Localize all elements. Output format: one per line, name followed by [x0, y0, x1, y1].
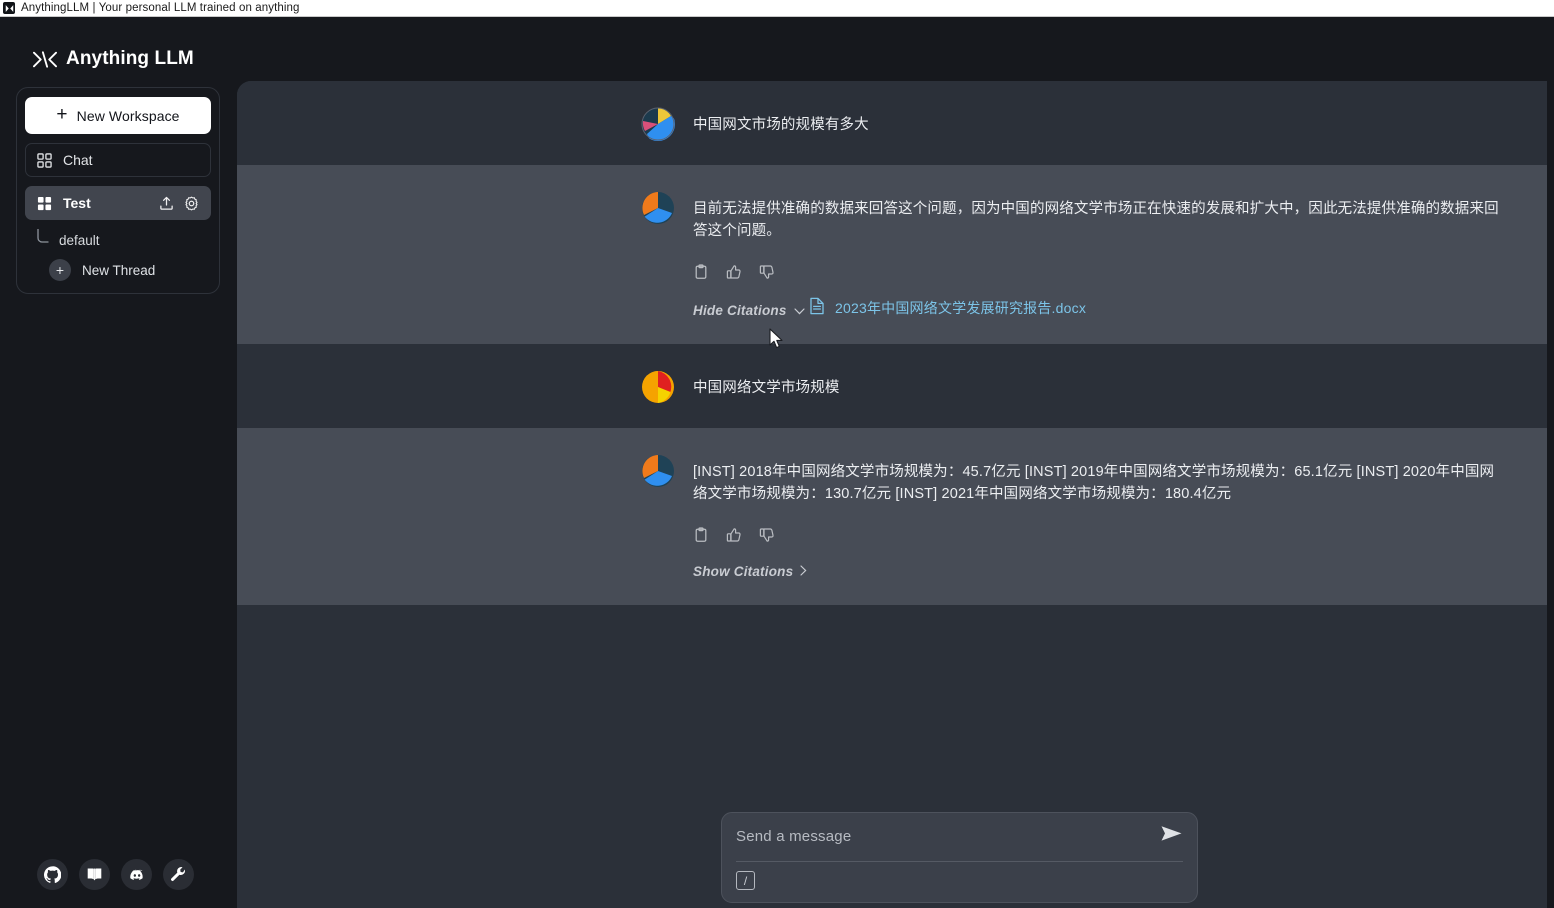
message-text: 中国网络文学市场规模 [693, 379, 840, 396]
chat-message-user: 中国网文市场的规模有多大 [237, 81, 1547, 165]
chat-scroll-area[interactable]: 中国网文市场的规模有多大 目前无法提供准确的数据来回答这个问题，因为中国的网络文… [237, 81, 1547, 908]
anythingllm-logo-icon [33, 50, 57, 68]
gear-icon[interactable] [184, 196, 199, 211]
window-titlebar: AnythingLLM | Your personal LLM trained … [0, 0, 1554, 17]
thumbs-up-icon[interactable] [726, 264, 742, 280]
sidebar-footer [0, 859, 236, 890]
send-arrow-icon[interactable] [1152, 824, 1183, 843]
chevron-down-icon [793, 303, 805, 318]
workspace-actions [159, 196, 199, 211]
user-avatar-orange-red [641, 370, 675, 404]
citations-toggle-label: Show Citations [693, 563, 794, 579]
sidebar-item-label: Chat [63, 152, 93, 168]
user-avatar-blue-yellow [641, 107, 675, 141]
message-composer: / [721, 812, 1198, 903]
new-workspace-label: New Workspace [76, 107, 180, 124]
clipboard-icon[interactable] [693, 527, 709, 543]
brand-name: Anything LLM [66, 48, 194, 69]
citations-toggle-label: Hide Citations [693, 302, 787, 318]
message-text: [INST] 2018年中国网络文学市场规模为：45.7亿元 [INST] 20… [693, 463, 1495, 503]
thread-row-default[interactable]: default [25, 222, 211, 248]
main-chat-panel: 中国网文市场的规模有多大 目前无法提供准确的数据来回答这个问题，因为中国的网络文… [237, 81, 1547, 908]
anythingllm-logo-icon [3, 2, 15, 14]
new-thread-label: New Thread [82, 262, 156, 278]
new-thread-button[interactable]: + New Thread [25, 259, 211, 281]
upload-icon[interactable] [159, 196, 174, 211]
citation-name: 2023年中国网络文学发展研究报告.docx [835, 300, 1087, 317]
document-icon [809, 297, 825, 320]
citations-toggle[interactable]: Hide Citations [693, 303, 805, 318]
slash-command-button[interactable]: / [736, 871, 755, 890]
message-input[interactable] [736, 825, 1152, 847]
message-actions [693, 527, 1499, 543]
discord-icon[interactable] [121, 859, 152, 890]
citation-item[interactable]: 2023年中国网络文学发展研究报告.docx [809, 297, 1086, 320]
app-root: Anything LLM + New Workspace Chat Test d… [0, 17, 1554, 908]
sidebar-item-label: Test [63, 195, 91, 211]
message-text: 目前无法提供准确的数据来回答这个问题，因为中国的网络文学市场正在快速的发展和扩大… [693, 201, 1499, 240]
new-workspace-button[interactable]: + New Workspace [25, 97, 211, 134]
citations-toggle[interactable]: Show Citations [693, 564, 807, 579]
assistant-avatar-orange-blue [641, 191, 675, 225]
message-actions [693, 264, 1499, 280]
window-title: AnythingLLM | Your personal LLM trained … [21, 2, 300, 14]
thread-elbow-icon [35, 228, 54, 245]
grid-outline-icon [37, 152, 52, 168]
brand: Anything LLM [0, 17, 236, 75]
sidebar-item-chat[interactable]: Chat [25, 143, 211, 177]
thread-name: default [59, 233, 100, 248]
assistant-avatar-orange-blue [641, 454, 675, 488]
thumbs-down-icon[interactable] [759, 264, 775, 280]
thumbs-down-icon[interactable] [759, 527, 775, 543]
chat-message-assistant: [INST] 2018年中国网络文学市场规模为：45.7亿元 [INST] 20… [237, 427, 1547, 605]
grid-filled-icon [37, 196, 52, 211]
plus-icon: + [49, 259, 71, 281]
chat-message-user: 中国网络文学市场规模 [237, 343, 1547, 428]
github-icon[interactable] [37, 859, 68, 890]
wrench-icon[interactable] [163, 859, 194, 890]
sidebar-item-test[interactable]: Test [25, 186, 211, 220]
sidebar: Anything LLM + New Workspace Chat Test d… [0, 17, 236, 908]
book-icon[interactable] [79, 859, 110, 890]
message-text: 中国网文市场的规模有多大 [693, 117, 869, 133]
chat-message-assistant: 目前无法提供准确的数据来回答这个问题，因为中国的网络文学市场正在快速的发展和扩大… [237, 165, 1547, 344]
thumbs-up-icon[interactable] [726, 527, 742, 543]
clipboard-icon[interactable] [693, 264, 709, 280]
workspace-panel: + New Workspace Chat Test default + New … [16, 87, 220, 294]
plus-icon: + [56, 104, 68, 125]
chevron-right-icon [800, 564, 807, 579]
